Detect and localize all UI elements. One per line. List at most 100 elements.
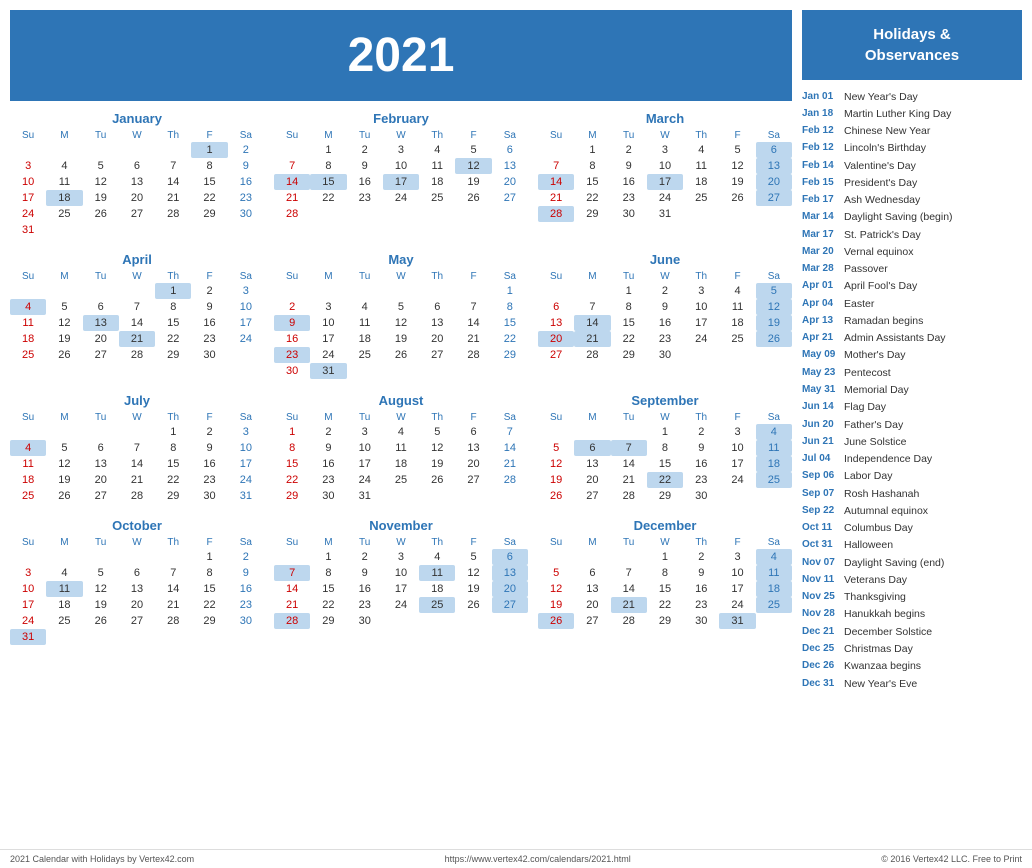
- holiday-item: Nov 25Thanksgiving: [802, 589, 1022, 606]
- calendar-day: 22: [155, 472, 191, 488]
- holiday-date: Sep 07: [802, 486, 840, 502]
- calendar-day: 9: [347, 565, 383, 581]
- month-may: MaySuMTuWThFSa12345678910111213141516171…: [274, 252, 528, 379]
- calendar-day: 16: [683, 581, 719, 597]
- day-header: W: [119, 270, 155, 283]
- calendar-day: [46, 283, 82, 299]
- month-title-march: March: [538, 111, 792, 126]
- calendar-day: [46, 549, 82, 565]
- calendar-day: 12: [719, 158, 755, 174]
- holiday-name: Martin Luther King Day: [844, 106, 951, 122]
- footer-right: © 2016 Vertex42 LLC. Free to Print: [881, 854, 1022, 864]
- calendar-day: [228, 629, 264, 645]
- calendar-day: 6: [83, 440, 119, 456]
- calendar-day: 3: [683, 283, 719, 299]
- calendar-day: 24: [683, 331, 719, 347]
- calendar-day: 22: [191, 190, 227, 206]
- calendar-day: 11: [10, 456, 46, 472]
- calendar-day: 18: [756, 581, 792, 597]
- calendar-day: 18: [419, 174, 455, 190]
- calendar-day: 28: [119, 488, 155, 504]
- calendar-day: [119, 222, 155, 238]
- calendar-day: 16: [310, 456, 346, 472]
- calendar-day: 15: [611, 315, 647, 331]
- holiday-name: Ramadan begins: [844, 313, 923, 329]
- calendar-day: 15: [310, 174, 346, 190]
- calendar-day: 7: [119, 440, 155, 456]
- calendar-day: 9: [611, 158, 647, 174]
- calendar-day: 25: [46, 206, 82, 222]
- calendar-day: [611, 424, 647, 440]
- day-header: W: [119, 536, 155, 549]
- calendar-day: 19: [756, 315, 792, 331]
- calendar-day: 26: [83, 206, 119, 222]
- calendar-day: 18: [719, 315, 755, 331]
- calendar-day: 19: [383, 331, 419, 347]
- holiday-name: April Fool's Day: [844, 278, 917, 294]
- calendar-day: 30: [191, 488, 227, 504]
- calendar-day: 6: [419, 299, 455, 315]
- calendar-day: [383, 363, 419, 379]
- day-header: Su: [10, 129, 46, 142]
- calendar-day: 19: [83, 190, 119, 206]
- calendar-day: 28: [455, 347, 491, 363]
- calendar-day: 2: [228, 142, 264, 158]
- calendar-day: 11: [756, 440, 792, 456]
- calendar-day: 10: [228, 299, 264, 315]
- holiday-item: Feb 15President's Day: [802, 174, 1022, 191]
- calendar-day: [492, 488, 528, 504]
- calendar-day: 9: [310, 440, 346, 456]
- calendar-day: 4: [46, 565, 82, 581]
- day-header: Sa: [228, 411, 264, 424]
- holiday-item: Apr 21Admin Assistants Day: [802, 330, 1022, 347]
- holiday-item: Mar 28Passover: [802, 261, 1022, 278]
- holiday-date: Nov 11: [802, 572, 840, 588]
- calendar-day: 14: [155, 581, 191, 597]
- calendar-day: 6: [492, 549, 528, 565]
- calendar-day: 2: [647, 283, 683, 299]
- calendar-day: 19: [46, 472, 82, 488]
- calendar-day: 7: [155, 565, 191, 581]
- calendar-day: 21: [155, 190, 191, 206]
- holiday-name: Columbus Day: [844, 520, 913, 536]
- day-header: Tu: [611, 129, 647, 142]
- calendar-day: 27: [574, 613, 610, 629]
- calendar-day: [347, 283, 383, 299]
- calendar-day: 9: [228, 158, 264, 174]
- calendar-day: [155, 222, 191, 238]
- calendar-day: 3: [647, 142, 683, 158]
- calendar-day: 26: [538, 613, 574, 629]
- calendar-day: [719, 206, 755, 222]
- calendar-day: 27: [119, 613, 155, 629]
- calendar-day: 27: [455, 472, 491, 488]
- month-january: JanuarySuMTuWThFSa1234567891011121314151…: [10, 111, 264, 238]
- calendar-day: 9: [683, 565, 719, 581]
- calendar-day: 13: [419, 315, 455, 331]
- calendar-day: 20: [419, 331, 455, 347]
- day-header: Su: [274, 270, 310, 283]
- calendar-day: [228, 222, 264, 238]
- calendar-day: 29: [155, 488, 191, 504]
- calendar-day: [574, 424, 610, 440]
- sidebar: Holidays &Observances Jan 01New Year's D…: [802, 10, 1022, 835]
- calendar-day: 26: [83, 613, 119, 629]
- calendar-day: [10, 549, 46, 565]
- month-table-april: SuMTuWThFSa12345678910111213141516171819…: [10, 270, 264, 363]
- calendar-day: 30: [611, 206, 647, 222]
- calendar-day: 5: [83, 158, 119, 174]
- calendar-day: 23: [274, 347, 310, 363]
- day-header: F: [455, 411, 491, 424]
- holiday-date: Jan 18: [802, 106, 840, 122]
- day-header: Sa: [228, 129, 264, 142]
- month-title-april: April: [10, 252, 264, 267]
- calendar-day: 30: [647, 347, 683, 363]
- day-header: F: [455, 270, 491, 283]
- day-header: W: [647, 129, 683, 142]
- months-grid: JanuarySuMTuWThFSa1234567891011121314151…: [10, 111, 792, 645]
- calendar-day: [756, 613, 792, 629]
- holiday-name: Mother's Day: [844, 347, 906, 363]
- calendar-day: 29: [191, 206, 227, 222]
- holiday-item: Jun 20Father's Day: [802, 416, 1022, 433]
- calendar-day: [274, 549, 310, 565]
- calendar-day: 4: [719, 283, 755, 299]
